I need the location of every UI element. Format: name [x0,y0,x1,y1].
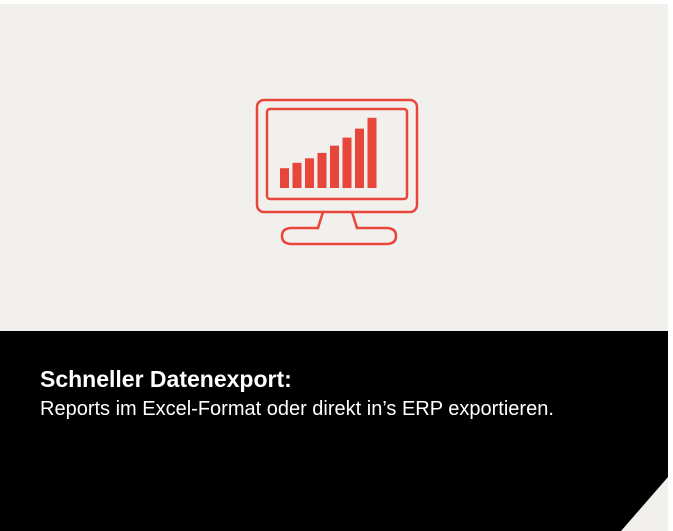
feature-description: Reports im Excel-Format oder direkt in’s… [40,398,554,420]
chart-bar [280,168,289,188]
chart-bar [342,137,352,188]
feature-title: Schneller Datenexport: [40,366,292,392]
chart-bar [292,162,302,188]
chart-bar [330,145,339,188]
monitor-stand [316,210,359,230]
chart-bar [305,158,314,188]
caption-panel: Schneller Datenexport: Reports im Excel-… [0,331,668,531]
monitor-chart-illustration [240,88,430,263]
feature-card: Schneller Datenexport: Reports im Excel-… [0,4,668,531]
monitor-base [280,226,398,246]
chart-bar [367,117,377,188]
chart-bar [355,128,364,188]
monitor-bar-chart-icon [255,98,419,246]
chart-bar [317,152,327,188]
